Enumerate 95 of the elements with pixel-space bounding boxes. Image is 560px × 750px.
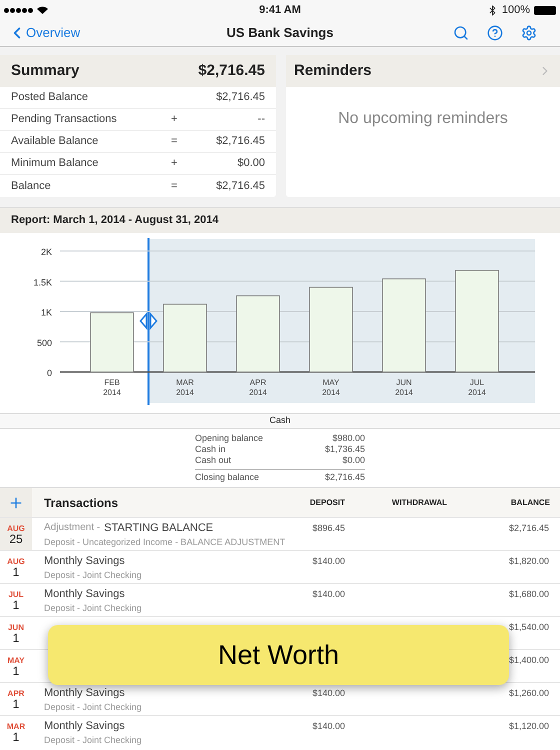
balance-amount: $1,400.00 [508,654,549,667]
date-day: 25 [9,534,23,545]
balance-amount: $1,120.00 [508,720,549,733]
date-month: JUL [8,589,24,600]
date-day: 1 [12,567,20,578]
balance-amount: $1,820.00 [508,555,549,568]
transaction-detail: Deposit - Uncategorized Income - BALANCE ADJUSTMENT [44,536,286,548]
cash-label: Cash out [195,455,232,466]
date-day: 1 [12,699,20,710]
balance-amount: $1,260.00 [508,687,549,700]
window-title: US Bank Savings [226,24,334,42]
summary-value: $2,716.45 [216,90,265,106]
bar [90,312,134,372]
date-month: AUG [7,556,25,567]
summary-label: Posted Balance [11,90,90,106]
summary-operator: = [171,134,178,150]
y-tick-label: 1K [40,308,52,318]
battery-percent: 100% [502,2,530,18]
column-header: BALANCE [510,496,550,508]
transaction-title: Monthly Savings [44,587,125,601]
transaction-type: Adjustment - [44,521,100,535]
summary-total: $2,716.45 [198,60,265,81]
wifi-icon [37,6,48,14]
y-tick-label: 0 [46,368,52,378]
balance-amount: $2,716.45 [508,522,549,535]
transaction-title: Monthly Savings [44,686,125,700]
summary-value: -- [258,112,265,128]
x-tick-label: FEB 2014 [103,378,121,397]
cash-value: $2,716.45 [324,472,365,483]
transaction-detail: Deposit - Joint Checking [44,568,142,580]
summary-operator: = [171,178,178,194]
date-month: JUN [8,622,24,633]
settings-icon[interactable] [521,25,537,41]
add-button[interactable] [0,488,32,517]
summary-label: Pending Transactions [11,112,118,128]
transaction-detail: Deposit - Joint Checking [44,602,142,614]
balance-amount: $1,680.00 [508,588,549,601]
cash-value: $1,736.45 [324,444,365,455]
date-month: APR [8,688,24,699]
summary-label: Balance [11,178,52,194]
date-month: MAY [7,655,25,666]
transaction-title: Monthly Savings [44,719,125,733]
date-day: 1 [12,666,20,677]
x-tick-label: JUL 2014 [468,378,486,397]
cash-label: Cash in [195,444,226,455]
y-tick-label: 1.5K [33,277,52,288]
transaction-detail: Deposit - Joint Checking [44,734,142,746]
summary-value: $0.00 [237,156,265,172]
date-month: MAR [6,721,26,732]
search-icon[interactable] [453,25,469,41]
summary-operator: + [171,156,178,172]
date-day: 1 [12,732,20,743]
summary-label: Minimum Balance [11,156,100,172]
date-day: 1 [12,633,20,644]
cash-value: $980.00 [332,433,365,444]
summary-value: $2,716.45 [216,134,265,150]
deposit-amount: $140.00 [312,721,345,731]
column-header: DEPOSIT [308,496,345,508]
x-tick-label: APR 2014 [249,378,267,397]
x-tick-label: MAR 2014 [176,378,194,397]
column-header: WITHDRAWAL [390,496,447,508]
deposit-amount: $140.00 [312,688,345,698]
x-tick-label: MAY 2014 [322,378,340,397]
back-button[interactable]: Overview [8,23,80,43]
y-tick-label: 2K [40,247,52,257]
summary-label: Available Balance [11,134,100,150]
battery-icon [534,6,556,14]
balance-amount: $1,540.00 [508,621,549,634]
empty-message: No upcoming reminders [338,109,508,129]
summary-title: Summary [11,60,80,81]
transaction-title: Monthly Savings [44,554,125,568]
summary-operator: + [171,112,178,128]
column-header: Transactions [44,494,120,512]
signal-icon [4,8,33,12]
summary-value: $2,716.45 [216,178,265,194]
deposit-amount: $140.00 [312,589,345,599]
deposit-amount: $140.00 [312,556,345,566]
y-tick-label: 500 [36,338,52,348]
bluetooth-icon [486,4,498,16]
date-day: 1 [12,600,20,611]
help-icon[interactable] [487,25,503,41]
transaction-title: STARTING BALANCE [104,521,214,535]
cash-label: Closing balance [195,472,260,483]
status-time: 9:41 AM [259,2,301,18]
cash-title: Cash [269,414,290,428]
date-month: AUG [7,523,25,534]
cash-value: $0.00 [342,455,365,466]
transaction-detail: Deposit - Joint Checking [44,700,142,712]
deposit-amount: $896.45 [312,523,345,533]
bar [163,304,207,372]
cash-label: Opening balance [195,433,264,444]
report-title: Report: March 1, 2014 - August 31, 2014 [11,213,218,228]
plus-icon [8,494,24,510]
x-tick-label: JUN 2014 [395,378,413,397]
net-worth-toast: Net Worth [48,625,509,685]
